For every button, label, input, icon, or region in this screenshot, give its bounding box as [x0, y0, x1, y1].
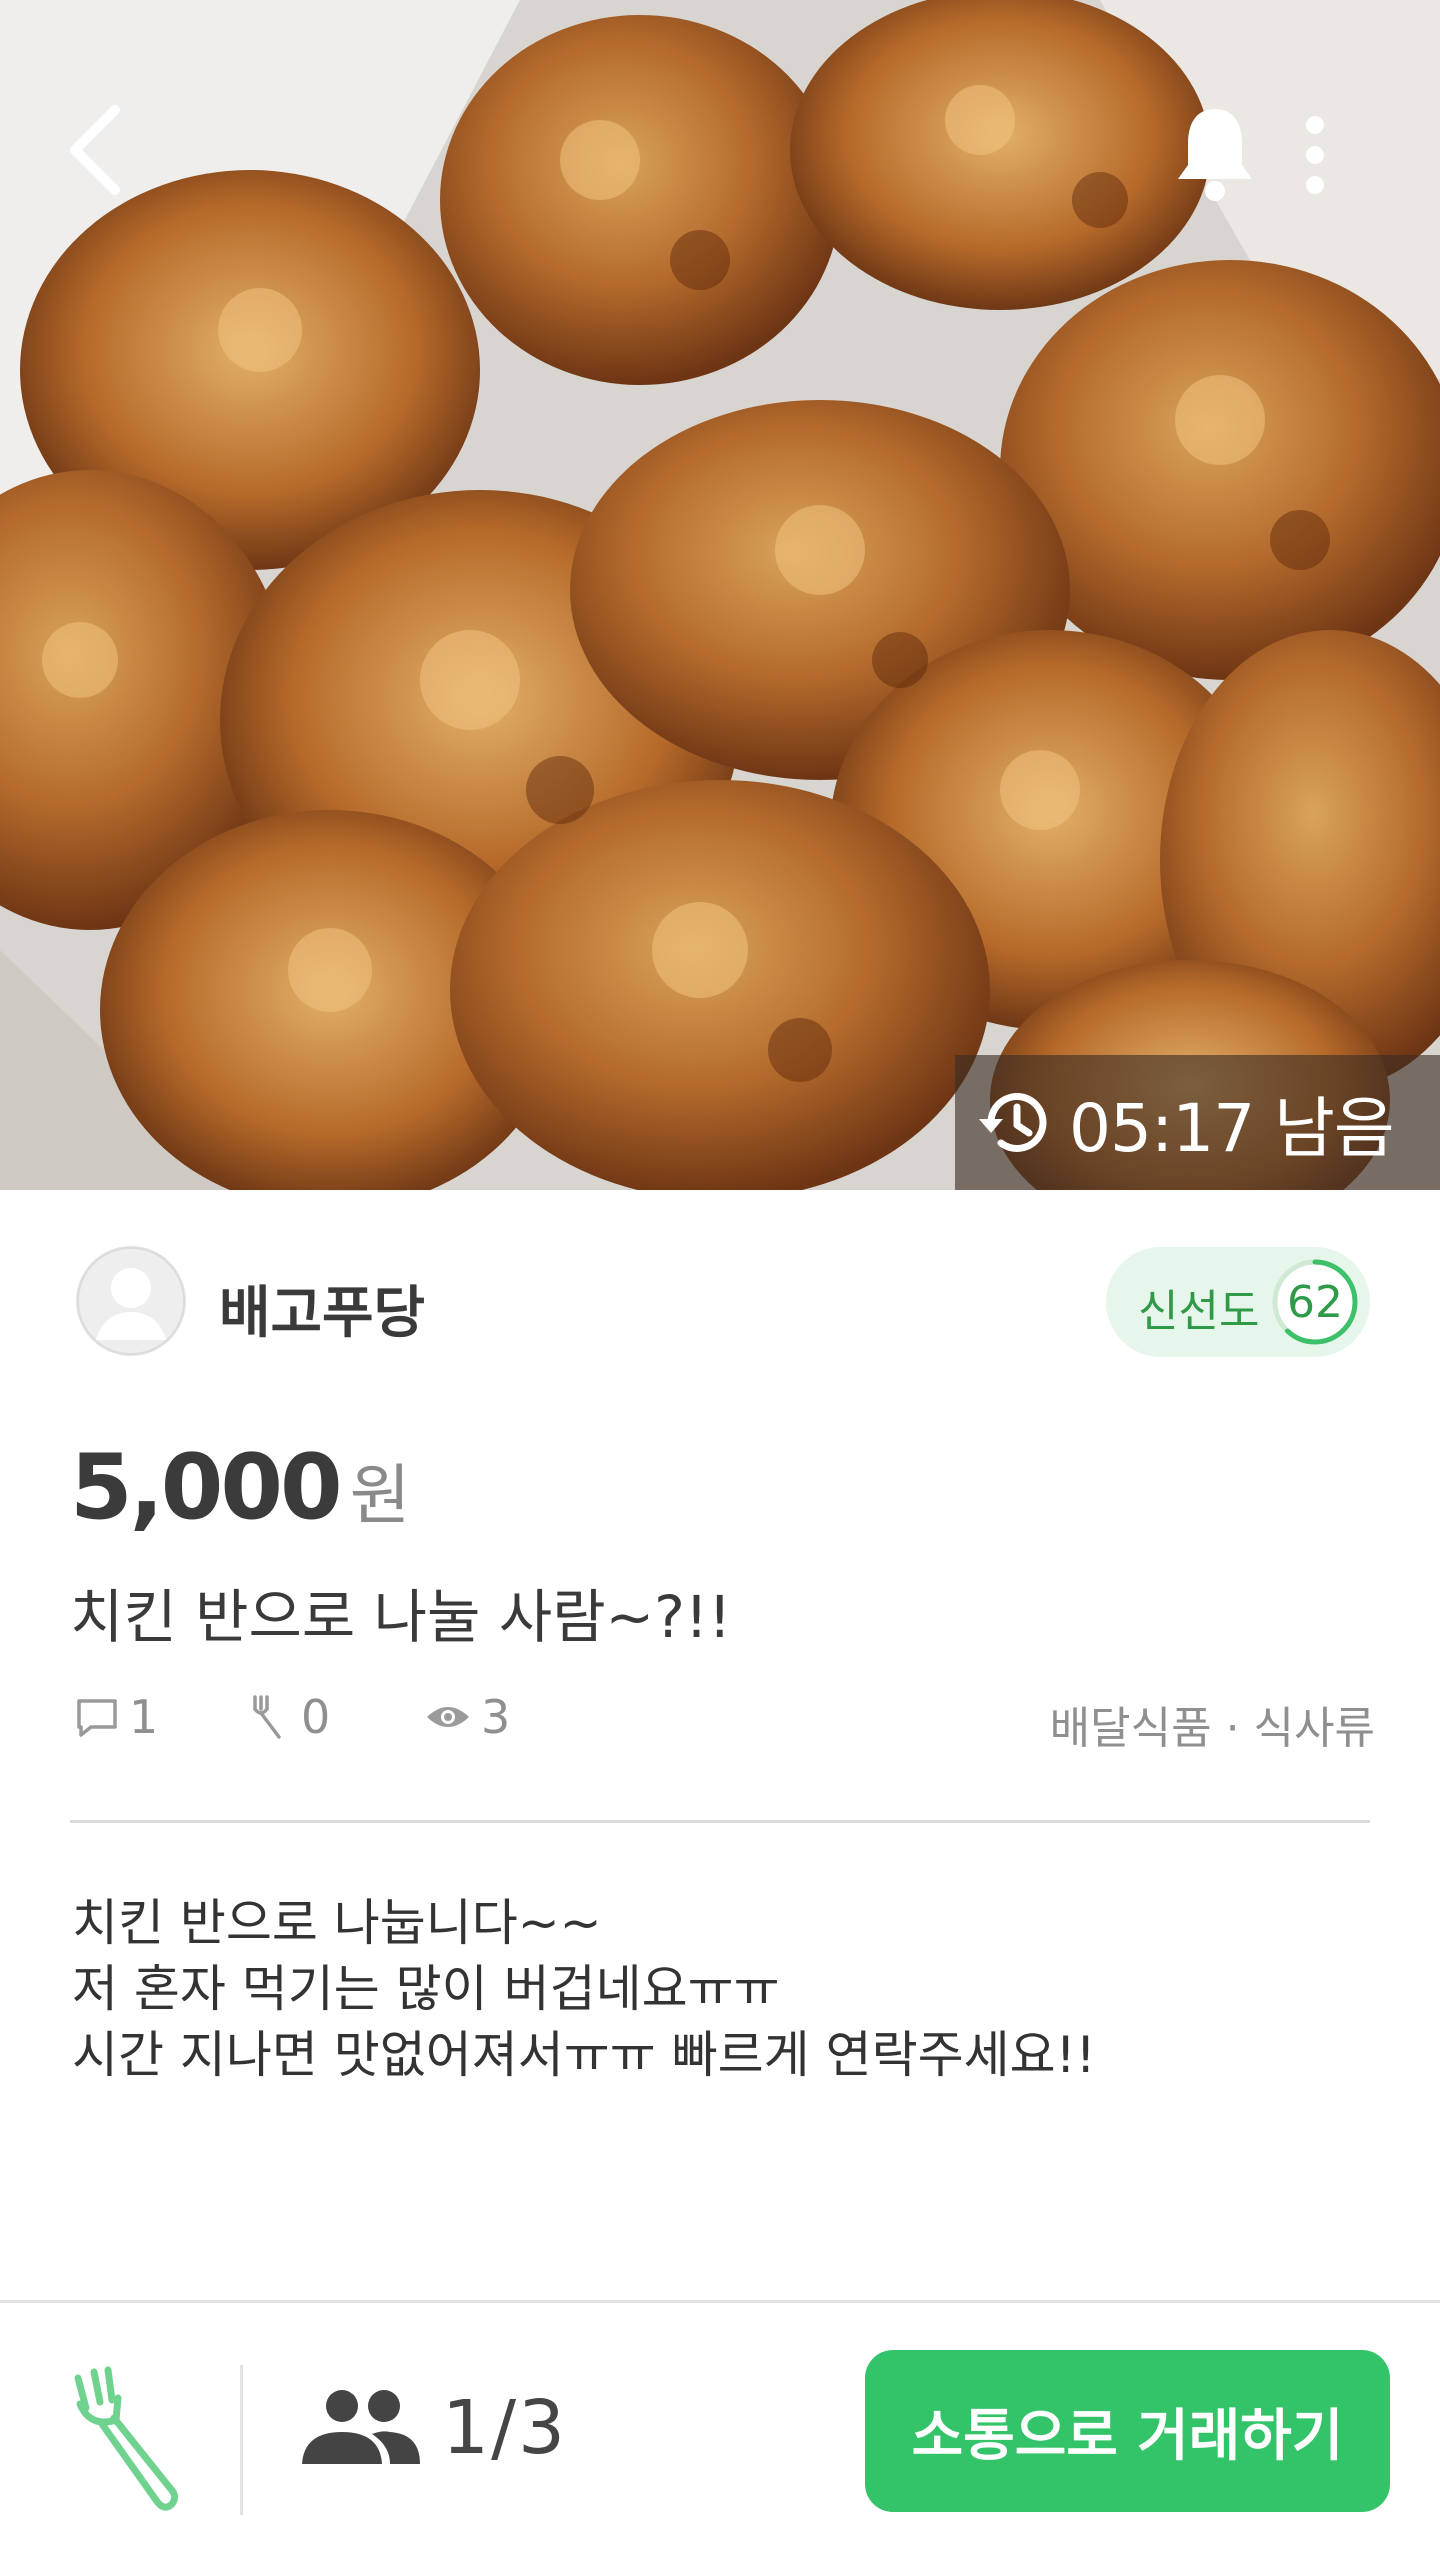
category-label[interactable]: 배달식품 · 식사류 [1050, 1692, 1375, 1756]
eye-icon [427, 1707, 469, 1727]
notification-button[interactable] [1160, 95, 1270, 210]
freshness-score: 62 [1269, 1256, 1361, 1348]
post-title: 치킨 반으로 나눌 사람~?!! [70, 1583, 732, 1651]
footer-divider [240, 2365, 243, 2515]
bell-icon [1178, 108, 1252, 201]
more-options-button[interactable] [1285, 100, 1345, 210]
time-remaining-text: 05:17 남음 [1069, 1089, 1395, 1167]
comment-count-text: 1 [129, 1690, 159, 1744]
freshness-label: 신선도 [1138, 1286, 1260, 1337]
fork-icon [74, 2366, 179, 2511]
like-button[interactable] [60, 2360, 190, 2520]
comment-count: 1 [75, 1690, 158, 1744]
like-count: 0 [247, 1690, 330, 1744]
post-stats: 1 0 3 배달식품 · 식사류 [75, 1690, 1375, 1754]
description-line: 시간 지나면 맛없어져서ㅠㅠ 빠르게 연락주세요!! [72, 2026, 1096, 2084]
time-remaining-badge: 05:17 남음 [955, 1055, 1440, 1190]
view-count: 3 [425, 1690, 510, 1744]
chat-trade-button[interactable]: 소통으로 거래하기 [865, 2350, 1390, 2512]
seller-name: 배고푸당 [219, 1281, 426, 1346]
price: 5,000 원 [70, 1435, 410, 1540]
description-line: 치킨 반으로 나눕니다~~ [72, 1894, 602, 1952]
participants: 1/3 [300, 2385, 567, 2471]
post-description: 치킨 반으로 나눕니다~~ 저 혼자 먹기는 많이 버겁네요ㅠㅠ 시간 지나면 … [72, 1890, 1372, 2088]
view-count-text: 3 [481, 1690, 511, 1744]
description-line: 저 혼자 먹기는 많이 버겁네요ㅠㅠ [72, 1960, 780, 2018]
history-icon [979, 1092, 1047, 1152]
freshness-score-text: 62 [1287, 1276, 1343, 1328]
freshness-badge: 신선도 62 [1106, 1247, 1370, 1357]
price-unit: 원 [349, 1457, 411, 1534]
price-amount: 5,000 [70, 1435, 343, 1540]
divider [70, 1820, 1370, 1823]
product-image[interactable]: 05:17 남음 [0, 0, 1440, 1190]
user-avatar-icon[interactable] [74, 1244, 188, 1358]
like-count-text: 0 [301, 1690, 331, 1744]
chevron-left-icon [70, 105, 120, 195]
bottom-bar-divider [0, 2300, 1440, 2303]
back-button[interactable] [50, 95, 140, 205]
more-vertical-icon [1306, 116, 1324, 194]
people-icon [302, 2390, 420, 2464]
fork-small-icon [253, 1695, 281, 1739]
participants-count: 1/3 [442, 2385, 568, 2471]
comment-icon [77, 1699, 117, 1737]
